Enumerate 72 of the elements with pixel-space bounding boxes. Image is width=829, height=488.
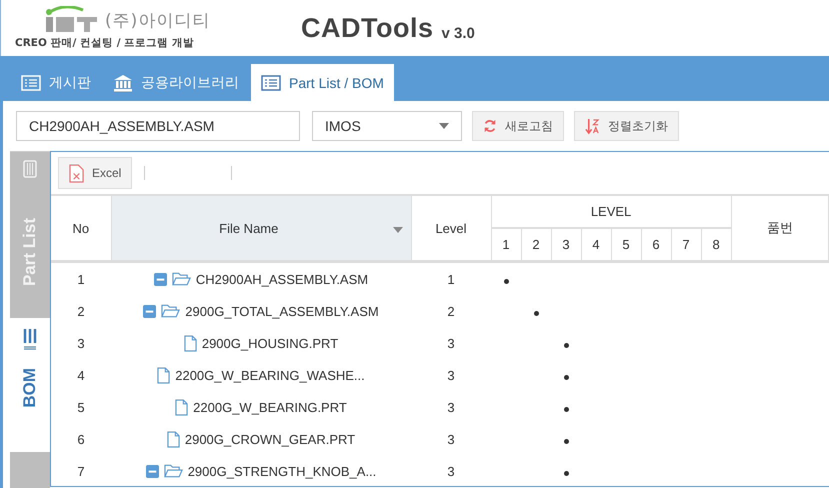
column-header: Level bbox=[411, 195, 491, 262]
column-header[interactable]: File Name bbox=[111, 195, 386, 262]
table-cell: 1 bbox=[411, 262, 491, 295]
file-name[interactable]: CH2900AH_ASSEMBLY.ASM bbox=[196, 272, 368, 286]
table-cell-text: 3 bbox=[76, 334, 86, 352]
file-icon bbox=[184, 334, 197, 352]
table-cell-text: 2 bbox=[446, 302, 456, 320]
file-name[interactable]: 2900G_TOTAL_ASSEMBLY.ASM bbox=[185, 304, 379, 318]
folder-icon bbox=[161, 304, 180, 318]
file-icon bbox=[175, 398, 188, 416]
column-header: 8 bbox=[701, 228, 732, 262]
table-cell-text: 7 bbox=[76, 462, 86, 480]
file-icon bbox=[157, 366, 170, 384]
sort-icon bbox=[585, 118, 600, 134]
tab[interactable]: Part List / BOM bbox=[251, 64, 394, 101]
table-cell-text: 6 bbox=[76, 430, 86, 448]
column-header: 3 bbox=[551, 228, 581, 262]
file-name[interactable]: 2900G_CROWN_GEAR.PRT bbox=[184, 432, 356, 446]
caret-icon[interactable] bbox=[393, 226, 404, 232]
table-cell-text: 3 bbox=[446, 366, 456, 384]
version-label: v 3.0 bbox=[442, 24, 475, 42]
list-icon bbox=[261, 74, 281, 90]
folder-icon bbox=[164, 464, 183, 478]
level-dot bbox=[564, 406, 568, 412]
level-dot bbox=[564, 470, 568, 476]
excel-file-icon bbox=[69, 164, 84, 182]
level-dot bbox=[564, 438, 568, 444]
column-header: 5 bbox=[611, 228, 641, 262]
table-cell-text: 4 bbox=[76, 366, 86, 384]
column-header: 4 bbox=[581, 228, 611, 262]
file-name[interactable]: 2200G_W_BEARING.PRT bbox=[193, 400, 347, 414]
level-dot bbox=[564, 342, 568, 348]
column-header: 2 bbox=[521, 228, 551, 262]
level-dot bbox=[564, 374, 568, 380]
collapse-icon[interactable] bbox=[146, 464, 159, 478]
table-cell-text: 3 bbox=[446, 398, 456, 416]
collapse-icon[interactable] bbox=[143, 304, 156, 318]
bank-icon bbox=[113, 74, 133, 92]
refresh-button[interactable]: 새로고침 bbox=[472, 111, 564, 141]
folder-icon bbox=[172, 272, 191, 286]
app-title: CADTools bbox=[301, 12, 434, 44]
file-name[interactable]: 2900G_STRENGTH_KNOB_A... bbox=[188, 464, 376, 478]
refresh-icon bbox=[483, 119, 497, 133]
file-field[interactable]: CH2900AH_ASSEMBLY.ASM bbox=[16, 111, 300, 141]
column-header: 7 bbox=[671, 228, 701, 262]
list-icon bbox=[23, 160, 37, 178]
bom-icon bbox=[23, 328, 37, 350]
table-cell: 1 bbox=[51, 262, 111, 295]
list-icon bbox=[21, 74, 41, 90]
caret-icon bbox=[439, 123, 449, 129]
table-cell-text: 5 bbox=[76, 398, 86, 416]
column-header: LEVEL bbox=[491, 195, 732, 228]
tagline: CREO 판매/ 컨설팅 / 프로그램 개발 bbox=[15, 36, 195, 50]
file-name[interactable]: 2900G_HOUSING.PRT bbox=[202, 336, 338, 350]
level-dot bbox=[534, 310, 538, 316]
table-cell-text: 3 bbox=[446, 334, 456, 352]
column-header: 6 bbox=[641, 228, 671, 262]
company-name: (주)아이디티 bbox=[105, 10, 210, 32]
column-header: 품번 bbox=[731, 195, 828, 262]
column-header: 1 bbox=[491, 228, 521, 262]
file-icon bbox=[166, 430, 180, 448]
excel-button[interactable]: Excel bbox=[58, 157, 132, 189]
level-dot bbox=[504, 278, 508, 284]
table-cell-text: 3 bbox=[446, 430, 456, 448]
table-cell-text: 3 bbox=[446, 462, 456, 480]
source-dropdown[interactable]: IMOS bbox=[312, 111, 462, 141]
logo-icon bbox=[43, 6, 99, 34]
sort-reset-button[interactable]: 정렬초기화 bbox=[574, 111, 679, 141]
side-tab[interactable]: BOM bbox=[10, 318, 50, 452]
file-name[interactable]: 2200G_W_BEARING_WASHE... bbox=[175, 368, 365, 382]
collapse-icon[interactable] bbox=[154, 272, 167, 286]
table-cell-text: 2 bbox=[76, 302, 86, 320]
